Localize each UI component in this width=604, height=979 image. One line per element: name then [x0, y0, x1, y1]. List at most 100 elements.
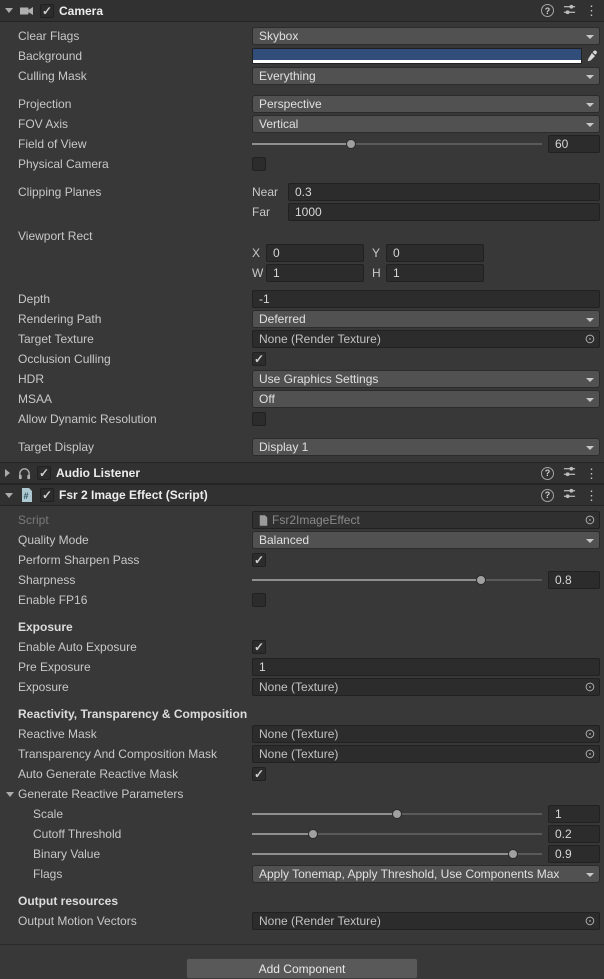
- allow-dynamic-resolution-checkbox[interactable]: [252, 412, 266, 426]
- quality-mode-row: Quality Mode Balanced: [0, 530, 604, 550]
- fsr-foldout-icon[interactable]: [5, 493, 13, 498]
- field-of-view-slider[interactable]: [252, 135, 542, 153]
- far-input[interactable]: 1000: [288, 203, 600, 221]
- transparency-mask-field[interactable]: None (Texture) ⊙: [252, 745, 600, 763]
- kebab-menu-icon[interactable]: ⋮: [585, 489, 598, 502]
- target-display-dropdown[interactable]: Display 1: [252, 438, 600, 456]
- object-picker-icon[interactable]: ⊙: [583, 512, 597, 528]
- slider-thumb[interactable]: [476, 575, 486, 585]
- pre-exposure-input[interactable]: 1: [252, 658, 600, 676]
- presets-icon[interactable]: [563, 487, 576, 503]
- enable-auto-exposure-checkbox[interactable]: [252, 640, 266, 654]
- exposure-field[interactable]: None (Texture) ⊙: [252, 678, 600, 696]
- add-component-button[interactable]: Add Component: [186, 958, 418, 979]
- dropdown-arrow-icon: [586, 539, 594, 543]
- physical-camera-label: Physical Camera: [18, 157, 252, 171]
- camera-foldout-icon[interactable]: [5, 8, 13, 13]
- enable-fp16-checkbox[interactable]: [252, 593, 266, 607]
- binary-value-slider[interactable]: [252, 845, 542, 863]
- fov-axis-label: FOV Axis: [18, 117, 252, 131]
- cutoff-threshold-label: Cutoff Threshold: [33, 827, 252, 841]
- perform-sharpen-pass-checkbox[interactable]: [252, 553, 266, 567]
- clipping-planes-near-row: Clipping Planes Near 0.3: [0, 182, 604, 202]
- fsr-enabled-checkbox[interactable]: [40, 488, 54, 502]
- flags-row: Flags Apply Tonemap, Apply Threshold, Us…: [0, 864, 604, 884]
- reactive-mask-row: Reactive Mask None (Texture) ⊙: [0, 724, 604, 744]
- msaa-dropdown[interactable]: Off: [252, 390, 600, 408]
- generate-reactive-parameters-row[interactable]: Generate Reactive Parameters: [0, 784, 604, 804]
- fov-axis-value: Vertical: [259, 117, 298, 131]
- slider-thumb[interactable]: [508, 849, 518, 859]
- sharpness-row: Sharpness 0.8: [0, 570, 604, 590]
- physical-camera-checkbox[interactable]: [252, 157, 266, 171]
- depth-input[interactable]: -1: [252, 290, 600, 308]
- kebab-menu-icon[interactable]: ⋮: [585, 4, 598, 17]
- generate-reactive-parameters-foldout-icon[interactable]: [6, 792, 14, 797]
- scale-slider[interactable]: [252, 805, 542, 823]
- viewport-h-input[interactable]: 1: [386, 264, 484, 282]
- audio-listener-enabled-checkbox[interactable]: [37, 466, 51, 480]
- kebab-menu-icon[interactable]: ⋮: [585, 467, 598, 480]
- object-picker-icon[interactable]: ⊙: [583, 679, 597, 695]
- help-icon[interactable]: ?: [541, 489, 554, 502]
- output-motion-vectors-field[interactable]: None (Render Texture) ⊙: [252, 912, 600, 930]
- culling-mask-dropdown[interactable]: Everything: [252, 67, 600, 85]
- slider-thumb[interactable]: [308, 829, 318, 839]
- reactive-mask-label: Reactive Mask: [18, 727, 252, 741]
- object-picker-icon[interactable]: ⊙: [583, 726, 597, 742]
- eyedropper-icon[interactable]: [584, 50, 600, 62]
- hdr-dropdown[interactable]: Use Graphics Settings: [252, 370, 600, 388]
- binary-value-input[interactable]: 0.9: [548, 845, 600, 863]
- quality-mode-dropdown[interactable]: Balanced: [252, 531, 600, 549]
- auto-generate-reactive-mask-checkbox[interactable]: [252, 767, 266, 781]
- viewport-x-input[interactable]: 0: [266, 244, 364, 262]
- field-of-view-input[interactable]: 60: [548, 135, 600, 153]
- fov-axis-dropdown[interactable]: Vertical: [252, 115, 600, 133]
- inspector-footer: Add Component: [0, 944, 604, 979]
- object-picker-icon[interactable]: ⊙: [583, 913, 597, 929]
- flags-dropdown[interactable]: Apply Tonemap, Apply Threshold, Use Comp…: [252, 865, 600, 883]
- viewport-y-input[interactable]: 0: [386, 244, 484, 262]
- presets-icon[interactable]: [563, 3, 576, 19]
- clipping-planes-label: Clipping Planes: [18, 185, 252, 199]
- near-input[interactable]: 0.3: [288, 183, 600, 201]
- object-picker-icon[interactable]: ⊙: [583, 746, 597, 762]
- scale-input[interactable]: 1: [548, 805, 600, 823]
- fov-axis-row: FOV Axis Vertical: [0, 114, 604, 134]
- clear-flags-dropdown[interactable]: Skybox: [252, 27, 600, 45]
- object-picker-icon[interactable]: ⊙: [583, 331, 597, 347]
- sharpness-input[interactable]: 0.8: [548, 571, 600, 589]
- audio-listener-foldout-icon[interactable]: [5, 469, 10, 477]
- target-texture-field[interactable]: None (Render Texture) ⊙: [252, 330, 600, 348]
- sharpness-slider[interactable]: [252, 571, 542, 589]
- occlusion-culling-checkbox[interactable]: [252, 352, 266, 366]
- camera-header[interactable]: Camera ? ⋮: [0, 0, 604, 22]
- help-icon[interactable]: ?: [541, 4, 554, 17]
- viewport-w-input[interactable]: 1: [266, 264, 364, 282]
- fsr-header[interactable]: # Fsr 2 Image Effect (Script) ? ⋮: [0, 484, 604, 506]
- depth-row: Depth -1: [0, 289, 604, 309]
- flags-label: Flags: [33, 867, 252, 881]
- presets-icon[interactable]: [563, 465, 576, 481]
- quality-mode-label: Quality Mode: [18, 533, 252, 547]
- slider-thumb[interactable]: [392, 809, 402, 819]
- help-icon[interactable]: ?: [541, 467, 554, 480]
- cutoff-threshold-slider[interactable]: [252, 825, 542, 843]
- slider-thumb[interactable]: [346, 139, 356, 149]
- scale-row: Scale 1: [0, 804, 604, 824]
- hdr-row: HDR Use Graphics Settings: [0, 369, 604, 389]
- projection-row: Projection Perspective: [0, 94, 604, 114]
- perform-sharpen-pass-label: Perform Sharpen Pass: [18, 553, 252, 567]
- dropdown-arrow-icon: [586, 103, 594, 107]
- binary-value-label: Binary Value: [33, 847, 252, 861]
- camera-enabled-checkbox[interactable]: [40, 4, 54, 18]
- background-label: Background: [18, 49, 252, 63]
- rendering-path-dropdown[interactable]: Deferred: [252, 310, 600, 328]
- background-color-swatch[interactable]: [252, 48, 582, 64]
- audio-listener-header[interactable]: Audio Listener ? ⋮: [0, 462, 604, 484]
- cutoff-threshold-input[interactable]: 0.2: [548, 825, 600, 843]
- projection-dropdown[interactable]: Perspective: [252, 95, 600, 113]
- reactive-mask-field[interactable]: None (Texture) ⊙: [252, 725, 600, 743]
- fsr-title: Fsr 2 Image Effect (Script): [59, 488, 536, 502]
- enable-fp16-label: Enable FP16: [18, 593, 252, 607]
